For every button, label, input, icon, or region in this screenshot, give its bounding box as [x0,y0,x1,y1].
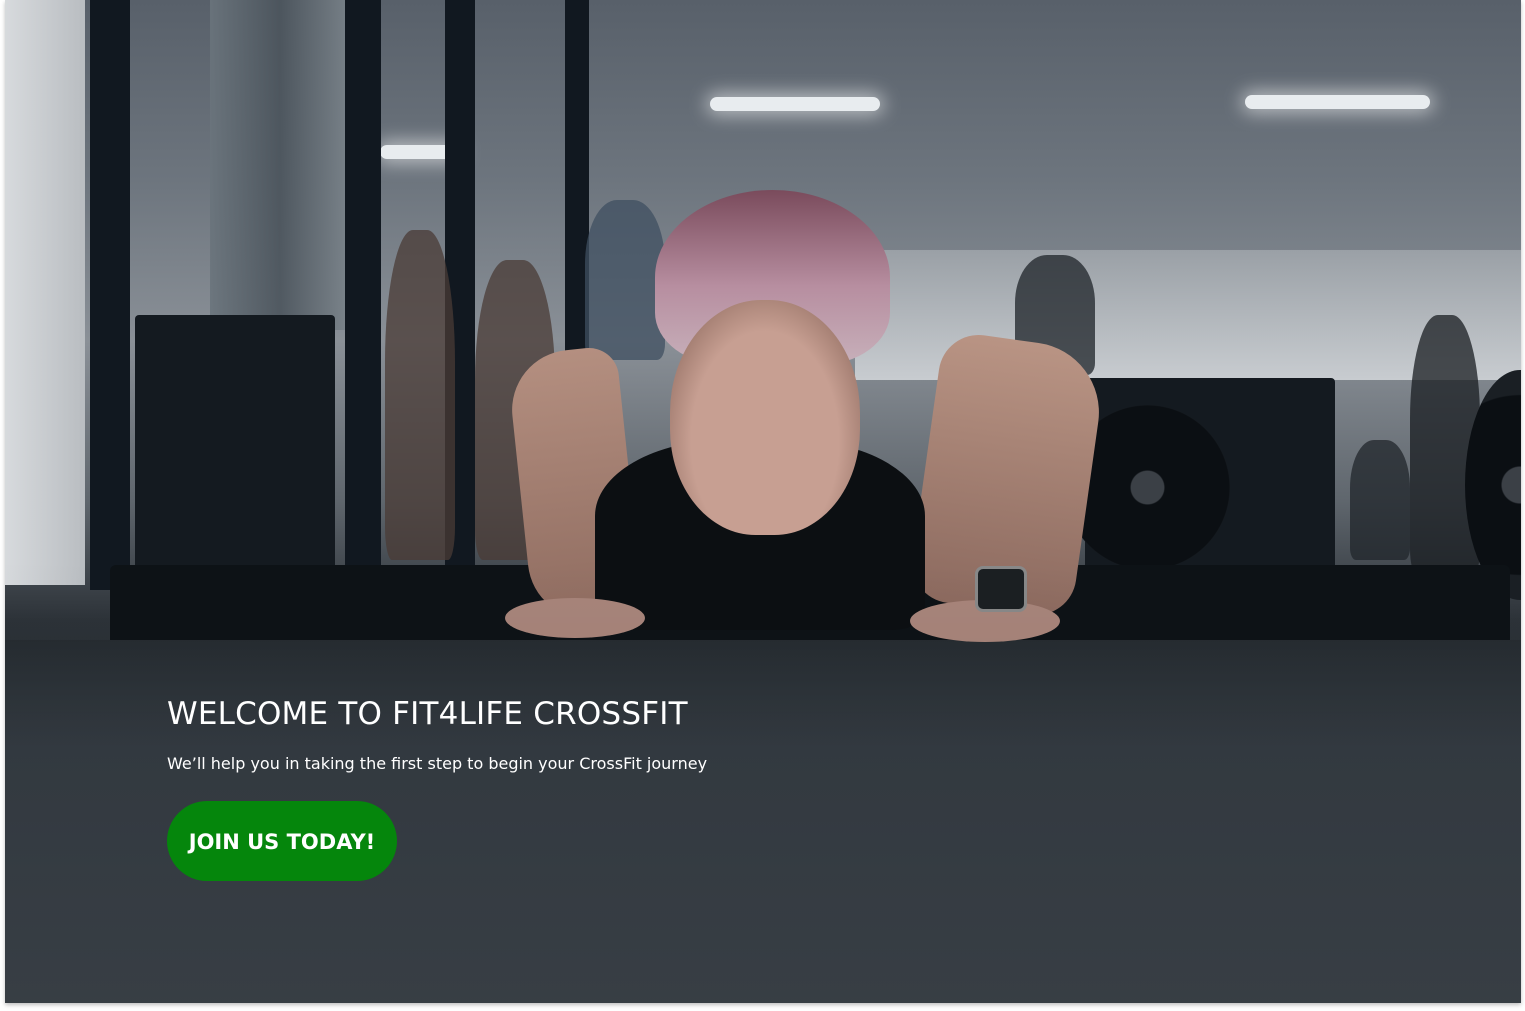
hero-subtitle: We’ll help you in taking the first step … [167,754,708,773]
hero-content: WELCOME TO FIT4LIFE CROSSFIT We’ll help … [167,695,867,881]
join-us-button[interactable]: JOIN US TODAY! [167,801,397,881]
hero-section: WELCOME TO FIT4LIFE CROSSFIT We’ll help … [5,0,1521,1003]
hero-title: WELCOME TO FIT4LIFE CROSSFIT [167,696,688,732]
